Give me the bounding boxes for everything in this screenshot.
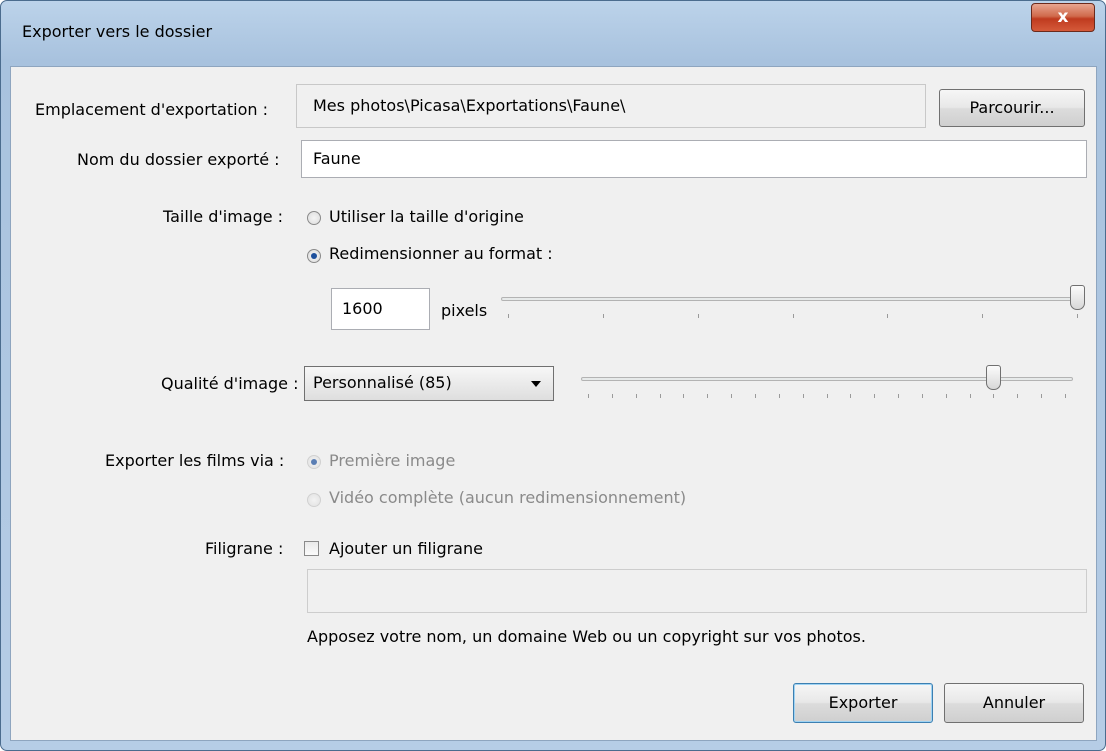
pixels-input[interactable]: 1600 [331, 288, 430, 330]
export-button[interactable]: Exporter [793, 683, 933, 723]
full-video-label[interactable]: Vidéo complète (aucun redimensionnement) [329, 488, 686, 507]
slider-tick [707, 394, 708, 398]
slider-tick [898, 394, 899, 398]
slider-tick [946, 394, 947, 398]
radio-original-size[interactable] [307, 211, 321, 225]
title-bar[interactable]: Exporter vers le dossier x [1, 1, 1105, 43]
slider-tick [508, 314, 509, 318]
slider-tick [970, 394, 971, 398]
slider-tick [803, 394, 804, 398]
slider-tick [1017, 394, 1018, 398]
folder-name-input[interactable]: Faune [301, 140, 1087, 178]
image-quality-slider[interactable] [581, 362, 1081, 412]
pixels-unit-label: pixels [441, 301, 488, 320]
first-frame-label[interactable]: Première image [329, 451, 455, 470]
slider-tick [993, 394, 994, 398]
watermark-text-input[interactable] [307, 569, 1087, 613]
cancel-button-label: Annuler [982, 693, 1046, 712]
slider-tick [588, 394, 589, 398]
image-size-slider-thumb[interactable] [1070, 285, 1085, 310]
image-size-slider[interactable] [501, 282, 1091, 332]
slider-tick [1077, 314, 1078, 318]
image-size-slider-track [501, 297, 1085, 301]
watermark-label: Filigrane : [205, 539, 284, 558]
radio-first-frame[interactable] [307, 455, 321, 469]
export-button-label: Exporter [828, 693, 898, 712]
browse-button-label: Parcourir... [969, 98, 1055, 117]
browse-button[interactable]: Parcourir... [939, 89, 1085, 127]
slider-tick [793, 314, 794, 318]
slider-tick [1041, 394, 1042, 398]
slider-tick [922, 394, 923, 398]
export-location-label: Emplacement d'exportation : [35, 100, 268, 119]
quality-dropdown-value: Personnalisé (85) [313, 373, 452, 392]
radio-full-video[interactable] [307, 493, 321, 507]
dialog-body: Emplacement d'exportation : Mes photos\P… [10, 66, 1097, 741]
resize-label[interactable]: Redimensionner au format : [329, 244, 553, 263]
close-icon: x [1057, 7, 1069, 27]
close-button[interactable]: x [1031, 3, 1095, 32]
window-title: Exporter vers le dossier [22, 22, 213, 41]
slider-tick [612, 394, 613, 398]
slider-tick [755, 394, 756, 398]
slider-tick [1065, 394, 1066, 398]
radio-resize[interactable] [307, 249, 321, 263]
folder-name-value: Faune [313, 149, 361, 168]
cancel-button[interactable]: Annuler [944, 683, 1084, 723]
slider-tick [887, 314, 888, 318]
pixels-value: 1600 [342, 299, 383, 318]
export-location-field: Mes photos\Picasa\Exportations\Faune\ [296, 84, 926, 128]
slider-tick [698, 314, 699, 318]
quality-dropdown[interactable]: Personnalisé (85) [304, 366, 554, 401]
watermark-hint: Apposez votre nom, un domaine Web ou un … [307, 627, 866, 646]
slider-tick [850, 394, 851, 398]
watermark-checkbox[interactable] [304, 541, 319, 556]
dialog-window: Exporter vers le dossier x Emplacement d… [0, 0, 1106, 751]
original-size-label[interactable]: Utiliser la taille d'origine [329, 207, 524, 226]
image-quality-label: Qualité d'image : [161, 374, 299, 393]
watermark-checkbox-label[interactable]: Ajouter un filigrane [329, 539, 483, 558]
slider-tick [603, 314, 604, 318]
slider-tick [874, 394, 875, 398]
movies-label: Exporter les films via : [105, 451, 285, 470]
slider-tick [779, 394, 780, 398]
export-location-value: Mes photos\Picasa\Exportations\Faune\ [313, 96, 626, 115]
slider-tick [731, 394, 732, 398]
folder-name-label: Nom du dossier exporté : [77, 150, 280, 169]
chevron-down-icon [531, 381, 541, 387]
image-quality-slider-thumb[interactable] [986, 365, 1001, 390]
slider-tick [982, 314, 983, 318]
slider-tick [683, 394, 684, 398]
image-size-label: Taille d'image : [163, 207, 284, 226]
slider-tick [827, 394, 828, 398]
slider-tick [660, 394, 661, 398]
slider-tick [636, 394, 637, 398]
